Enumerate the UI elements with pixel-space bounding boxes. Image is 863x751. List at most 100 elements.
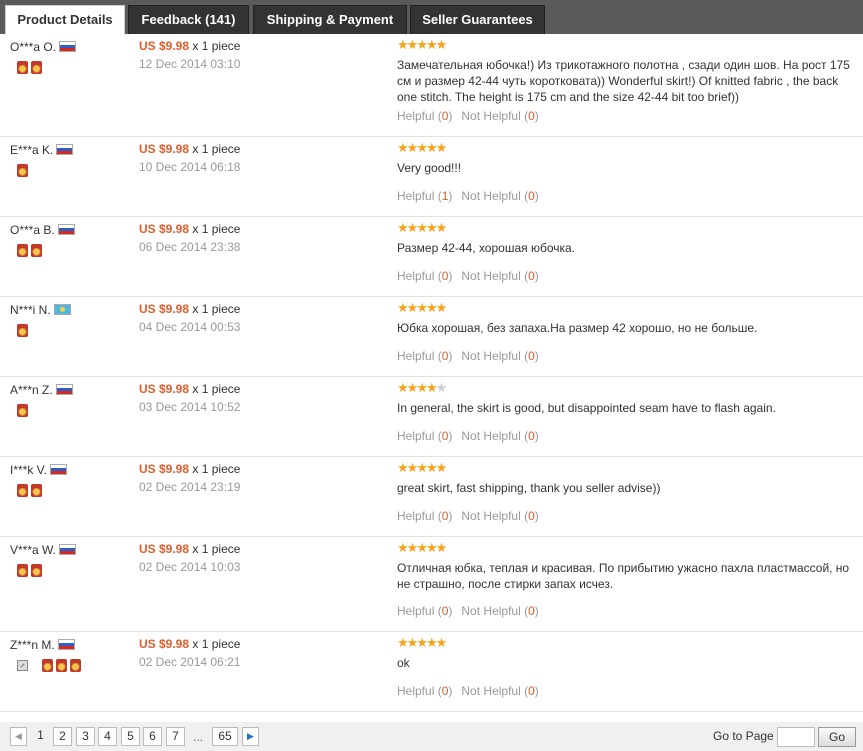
tab-seller-guarantees[interactable]: Seller Guarantees xyxy=(410,5,545,34)
order-info: US $9.98 x 1 piece 03 Dec 2014 10:52 xyxy=(139,381,240,416)
country-flag-icon xyxy=(53,304,71,315)
order-info: US $9.98 x 1 piece 02 Dec 2014 10:03 xyxy=(139,541,240,576)
helpful-link[interactable]: Helpful (0) xyxy=(397,684,452,698)
go-button[interactable]: Go xyxy=(818,727,856,747)
helpful-label: Helpful xyxy=(397,509,435,523)
buyer-level-badges xyxy=(17,324,31,338)
medal-icon xyxy=(56,659,67,672)
medal-icon xyxy=(17,324,28,337)
not-helpful-label: Not Helpful xyxy=(461,604,521,618)
star-icon: ★ xyxy=(435,635,448,650)
buyer-name-block: I***k V. xyxy=(10,463,67,477)
tab-product-details[interactable]: Product Details xyxy=(5,5,125,35)
helpful-link[interactable]: Helpful (0) xyxy=(397,429,452,443)
order-price: US $9.98 xyxy=(139,222,190,236)
page-6-button[interactable]: 6 xyxy=(143,727,162,746)
feedback-item: O***a B. US $9.98 x 1 piece 06 Dec 2014 23… xyxy=(0,217,863,297)
star-rating: ★★★★★ xyxy=(397,540,448,555)
helpful-votes: Helpful (0) Not Helpful (0) xyxy=(397,604,539,618)
helpful-label: Helpful xyxy=(397,604,435,618)
feedback-date: 03 Dec 2014 10:52 xyxy=(139,400,241,414)
feedback-comment: Отличная юбка, теплая и красивая. По при… xyxy=(397,561,850,591)
helpful-label: Helpful xyxy=(397,189,435,203)
buyer-level-badges xyxy=(17,659,84,673)
order-price: US $9.98 xyxy=(139,142,190,156)
helpful-link[interactable]: Helpful (0) xyxy=(397,349,452,363)
order-price: US $9.98 xyxy=(139,542,190,556)
buyer-name: Z***n M. xyxy=(10,638,55,652)
helpful-link[interactable]: Helpful (0) xyxy=(397,269,452,283)
buyer-name-block: A***n Z. xyxy=(10,383,73,397)
goto-page-input[interactable] xyxy=(777,727,815,747)
buyer-name-block: O***a B. xyxy=(10,223,75,237)
feedback-comment: great skirt, fast shipping, thank you se… xyxy=(397,481,661,495)
feedback-item: Z***n M. US $9.98 x 1 piece 02 Dec 2014 06… xyxy=(0,632,863,712)
feedback-comment: Very good!!! xyxy=(397,161,462,175)
not-helpful-label: Not Helpful xyxy=(461,109,521,123)
helpful-votes: Helpful (0) Not Helpful (0) xyxy=(397,509,539,523)
not-helpful-link[interactable]: Not Helpful (0) xyxy=(461,429,538,443)
helpful-votes: Helpful (1) Not Helpful (0) xyxy=(397,189,539,203)
not-helpful-link[interactable]: Not Helpful (0) xyxy=(461,604,538,618)
not-helpful-link[interactable]: Not Helpful (0) xyxy=(461,269,538,283)
star-icon: ★ xyxy=(435,300,448,315)
feedback-comment: Размер 42-44, хорошая юбочка. xyxy=(397,241,576,255)
page-7-button[interactable]: 7 xyxy=(166,727,185,746)
not-helpful-count: 0 xyxy=(528,429,535,443)
buyer-level-badges xyxy=(17,244,45,258)
tab-shipping-payment[interactable]: Shipping & Payment xyxy=(253,5,407,34)
order-quantity: x 1 piece xyxy=(192,462,241,476)
next-page-button[interactable]: ▶ xyxy=(242,727,259,746)
star-rating: ★★★★★ xyxy=(397,140,448,155)
not-helpful-link[interactable]: Not Helpful (0) xyxy=(461,189,538,203)
order-info: US $9.98 x 1 piece 10 Dec 2014 06:18 xyxy=(139,141,240,176)
helpful-count: 0 xyxy=(441,269,449,283)
star-rating: ★★★★★ xyxy=(397,635,448,650)
medal-icon xyxy=(17,61,28,74)
star-rating: ★★★★★ xyxy=(397,381,447,394)
not-helpful-link[interactable]: Not Helpful (0) xyxy=(461,349,538,363)
order-quantity: x 1 piece xyxy=(192,382,241,396)
buyer-protection-icon xyxy=(17,660,28,671)
not-helpful-count: 0 xyxy=(528,684,535,698)
page-3-button[interactable]: 3 xyxy=(76,727,95,746)
page-4-button[interactable]: 4 xyxy=(98,727,117,746)
buyer-name: A***n Z. xyxy=(10,383,53,397)
order-quantity: x 1 piece xyxy=(192,142,241,156)
helpful-link[interactable]: Helpful (0) xyxy=(397,109,452,123)
helpful-votes: Helpful (0) Not Helpful (0) xyxy=(397,269,539,283)
not-helpful-link[interactable]: Not Helpful (0) xyxy=(461,509,538,523)
star-icon: ★ xyxy=(435,540,448,555)
page-2-button[interactable]: 2 xyxy=(53,727,72,746)
page-5-button[interactable]: 5 xyxy=(121,727,140,746)
feedback-item: V***a W. US $9.98 x 1 piece 02 Dec 2014 10… xyxy=(0,537,863,632)
helpful-link[interactable]: Helpful (0) xyxy=(397,604,452,618)
buyer-level-badges xyxy=(17,404,31,418)
buyer-name: O***a B. xyxy=(10,223,55,237)
helpful-label: Helpful xyxy=(397,109,435,123)
order-info: US $9.98 x 1 piece 06 Dec 2014 23:38 xyxy=(139,221,240,256)
order-info: US $9.98 x 1 piece 04 Dec 2014 00:53 xyxy=(139,301,240,336)
star-icon: ★ xyxy=(435,220,448,235)
buyer-name-block: N***i N. xyxy=(10,303,71,317)
star-rating: ★★★★★ xyxy=(397,38,447,51)
order-info: US $9.98 x 1 piece 02 Dec 2014 06:21 xyxy=(139,636,240,671)
buyer-level-badges xyxy=(17,484,45,498)
feedback-date: 06 Dec 2014 23:38 xyxy=(139,240,241,254)
not-helpful-link[interactable]: Not Helpful (0) xyxy=(461,109,538,123)
star-icon: ★ xyxy=(435,140,448,155)
prev-page-button[interactable]: ◀ xyxy=(10,727,27,746)
order-price: US $9.98 xyxy=(139,382,190,396)
helpful-link[interactable]: Helpful (1) xyxy=(397,189,452,203)
country-flag-icon xyxy=(57,639,75,650)
feedback-date: 02 Dec 2014 06:21 xyxy=(139,655,241,669)
order-quantity: x 1 piece xyxy=(192,39,241,53)
order-price: US $9.98 xyxy=(139,637,190,651)
feedback-item: O***a O. US $9.98 x 1 piece 12 Dec 2014 03… xyxy=(0,34,863,137)
not-helpful-label: Not Helpful xyxy=(461,269,521,283)
tab-feedback[interactable]: Feedback (141) xyxy=(128,5,249,34)
buyer-name: V***a W. xyxy=(10,543,57,557)
page-last-button[interactable]: 65 xyxy=(212,727,238,746)
helpful-link[interactable]: Helpful (0) xyxy=(397,509,452,523)
not-helpful-link[interactable]: Not Helpful (0) xyxy=(461,684,538,698)
